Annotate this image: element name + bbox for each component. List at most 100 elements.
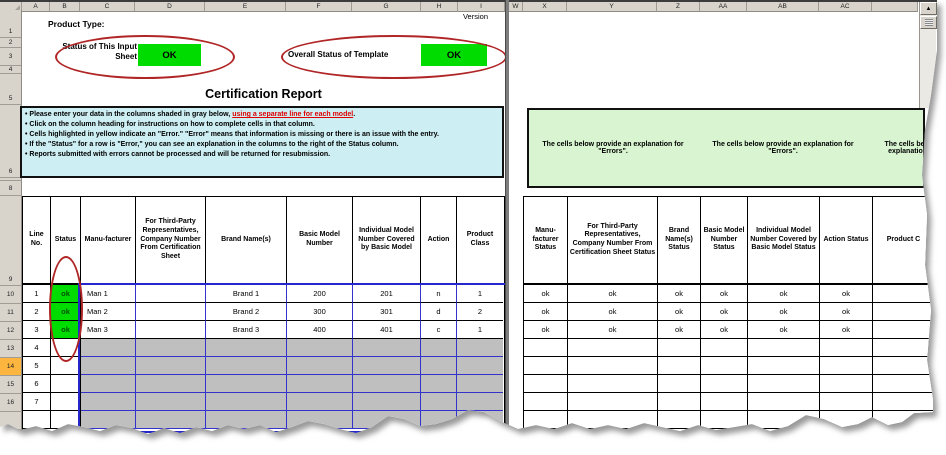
row-header-13[interactable]: 13 [0, 340, 22, 358]
col-heading-third-party-number-status[interactable]: For Third-Party Representatives, Company… [568, 197, 658, 285]
col-heading-product-class[interactable]: Product Class [457, 197, 503, 285]
cell-row6-manufacturer[interactable] [81, 375, 136, 393]
col-heading-action-status[interactable]: Action Status [820, 197, 873, 285]
cell-row8-third-party-number[interactable] [136, 411, 206, 429]
row-header-4[interactable]: 4 [0, 66, 22, 74]
cell-row6-brand-name[interactable] [206, 375, 287, 393]
cell-row8-action[interactable] [421, 411, 457, 429]
cell-row3-individual-model-number[interactable]: 401 [353, 321, 421, 339]
col-header-C[interactable]: C [80, 2, 135, 12]
col-heading-basic-model-number[interactable]: Basic Model Number [287, 197, 353, 285]
cell-row2-product-class[interactable]: 2 [457, 303, 503, 321]
cell-row3-basic-model-number[interactable]: 400 [287, 321, 353, 339]
cell-row3-action[interactable]: c [421, 321, 457, 339]
cell-row8-manufacturer[interactable] [81, 411, 136, 429]
col-header-W[interactable]: W [509, 2, 523, 12]
cell-row4-individual-model-number[interactable] [353, 339, 421, 357]
row-header-3[interactable]: 3 [0, 48, 22, 66]
scroll-up-button[interactable]: ▲ [920, 2, 937, 15]
row-header-10[interactable]: 10 [0, 286, 22, 304]
cell-row7-basic-model-number[interactable] [287, 393, 353, 411]
col-heading-basic-model-status[interactable]: Basic Model Number Status [701, 197, 748, 285]
cell-row8-product-class[interactable] [457, 411, 503, 429]
col-heading-individual-model-status[interactable]: Individual Model Number Covered by Basic… [748, 197, 820, 285]
col-heading-third-party-number[interactable]: For Third-Party Representatives, Company… [136, 197, 206, 285]
cell-row4-basic-model-number[interactable] [287, 339, 353, 357]
cell-row1-manufacturer[interactable]: Man 1 [81, 285, 136, 303]
cell-row2-individual-model-number[interactable]: 301 [353, 303, 421, 321]
col-header-X[interactable]: X [523, 2, 567, 12]
row-header-6[interactable]: 6 [0, 105, 22, 178]
row-header-12[interactable]: 12 [0, 322, 22, 340]
col-header-I[interactable]: I [458, 2, 505, 12]
cell-row4-brand-name[interactable] [206, 339, 287, 357]
cell-row5-product-class[interactable] [457, 357, 503, 375]
cell-row1-individual-model-number[interactable]: 201 [353, 285, 421, 303]
col-heading-line-no[interactable]: Line No. [23, 197, 51, 285]
col-header-E[interactable]: E [205, 2, 286, 12]
col-header-H[interactable]: H [421, 2, 458, 12]
cell-row4-action[interactable] [421, 339, 457, 357]
col-header-AA[interactable]: AA [700, 2, 747, 12]
cell-row1-action[interactable]: n [421, 285, 457, 303]
col-header-G[interactable]: G [352, 2, 421, 12]
col-heading-manufacturer-status[interactable]: Manu-facturer Status [524, 197, 568, 285]
cell-row5-manufacturer[interactable] [81, 357, 136, 375]
col-header-F[interactable]: F [286, 2, 352, 12]
row-header-11[interactable]: 11 [0, 304, 22, 322]
row-header-15[interactable]: 15 [0, 376, 22, 394]
cell-row6-basic-model-number[interactable] [287, 375, 353, 393]
col-heading-manufacturer[interactable]: Manu-facturer [81, 197, 136, 285]
cell-row5-brand-name[interactable] [206, 357, 287, 375]
cell-row2-basic-model-number[interactable]: 300 [287, 303, 353, 321]
col-heading-brand-name[interactable]: Brand Name(s) [206, 197, 287, 285]
cell-row1-third-party-number[interactable] [136, 285, 206, 303]
scrollbar-thumb[interactable] [920, 16, 937, 29]
cell-row1-brand-name[interactable]: Brand 1 [206, 285, 287, 303]
col-heading-brand-name-status[interactable]: Brand Name(s) Status [658, 197, 701, 285]
row-header-9[interactable]: 9 [0, 196, 22, 286]
cell-row7-action[interactable] [421, 393, 457, 411]
cell-row5-action[interactable] [421, 357, 457, 375]
cell-row2-third-party-number[interactable] [136, 303, 206, 321]
cell-row2-action[interactable]: d [421, 303, 457, 321]
col-header-AC[interactable]: AC [819, 2, 872, 12]
col-header-B[interactable]: B [50, 2, 80, 12]
cell-row2-manufacturer[interactable]: Man 2 [81, 303, 136, 321]
cell-row7-individual-model-number[interactable] [353, 393, 421, 411]
cell-row2-brand-name[interactable]: Brand 2 [206, 303, 287, 321]
col-heading-individual-model-number[interactable]: Individual Model Number Covered by Basic… [353, 197, 421, 285]
col-heading-product-class-status[interactable]: Product C [873, 197, 934, 285]
col-header-Y[interactable]: Y [567, 2, 657, 12]
cell-row5-third-party-number[interactable] [136, 357, 206, 375]
cell-row3-third-party-number[interactable] [136, 321, 206, 339]
col-header-A[interactable]: A [22, 2, 50, 12]
cell-row7-brand-name[interactable] [206, 393, 287, 411]
cell-row6-third-party-number[interactable] [136, 375, 206, 393]
pane-split-bar[interactable] [505, 0, 509, 430]
cell-row6-product-class[interactable] [457, 375, 503, 393]
row-header-1[interactable]: 1 [0, 10, 22, 38]
cell-row4-product-class[interactable] [457, 339, 503, 357]
cell-row6-individual-model-number[interactable] [353, 375, 421, 393]
cell-row1-basic-model-number[interactable]: 200 [287, 285, 353, 303]
cell-row6-action[interactable] [421, 375, 457, 393]
col-heading-action[interactable]: Action [421, 197, 457, 285]
cell-row5-basic-model-number[interactable] [287, 357, 353, 375]
row-header-5[interactable]: 5 [0, 74, 22, 105]
cell-row3-brand-name[interactable]: Brand 3 [206, 321, 287, 339]
col-header-AB[interactable]: AB [747, 2, 819, 12]
row-header-16[interactable]: 16 [0, 394, 22, 412]
col-header-D[interactable]: D [135, 2, 205, 12]
row-header-14[interactable]: 14 [0, 358, 22, 376]
cell-row8-basic-model-number[interactable] [287, 411, 353, 429]
cell-row5-individual-model-number[interactable] [353, 357, 421, 375]
vertical-scrollbar[interactable]: ▲ [919, 2, 937, 108]
row-header-8[interactable]: 8 [0, 181, 22, 196]
cell-row8-individual-model-number[interactable] [353, 411, 421, 429]
cell-row7-third-party-number[interactable] [136, 393, 206, 411]
cell-row3-product-class[interactable]: 1 [457, 321, 503, 339]
cell-row4-third-party-number[interactable] [136, 339, 206, 357]
cell-row1-product-class[interactable]: 1 [457, 285, 503, 303]
row-header-2[interactable]: 2 [0, 38, 22, 48]
